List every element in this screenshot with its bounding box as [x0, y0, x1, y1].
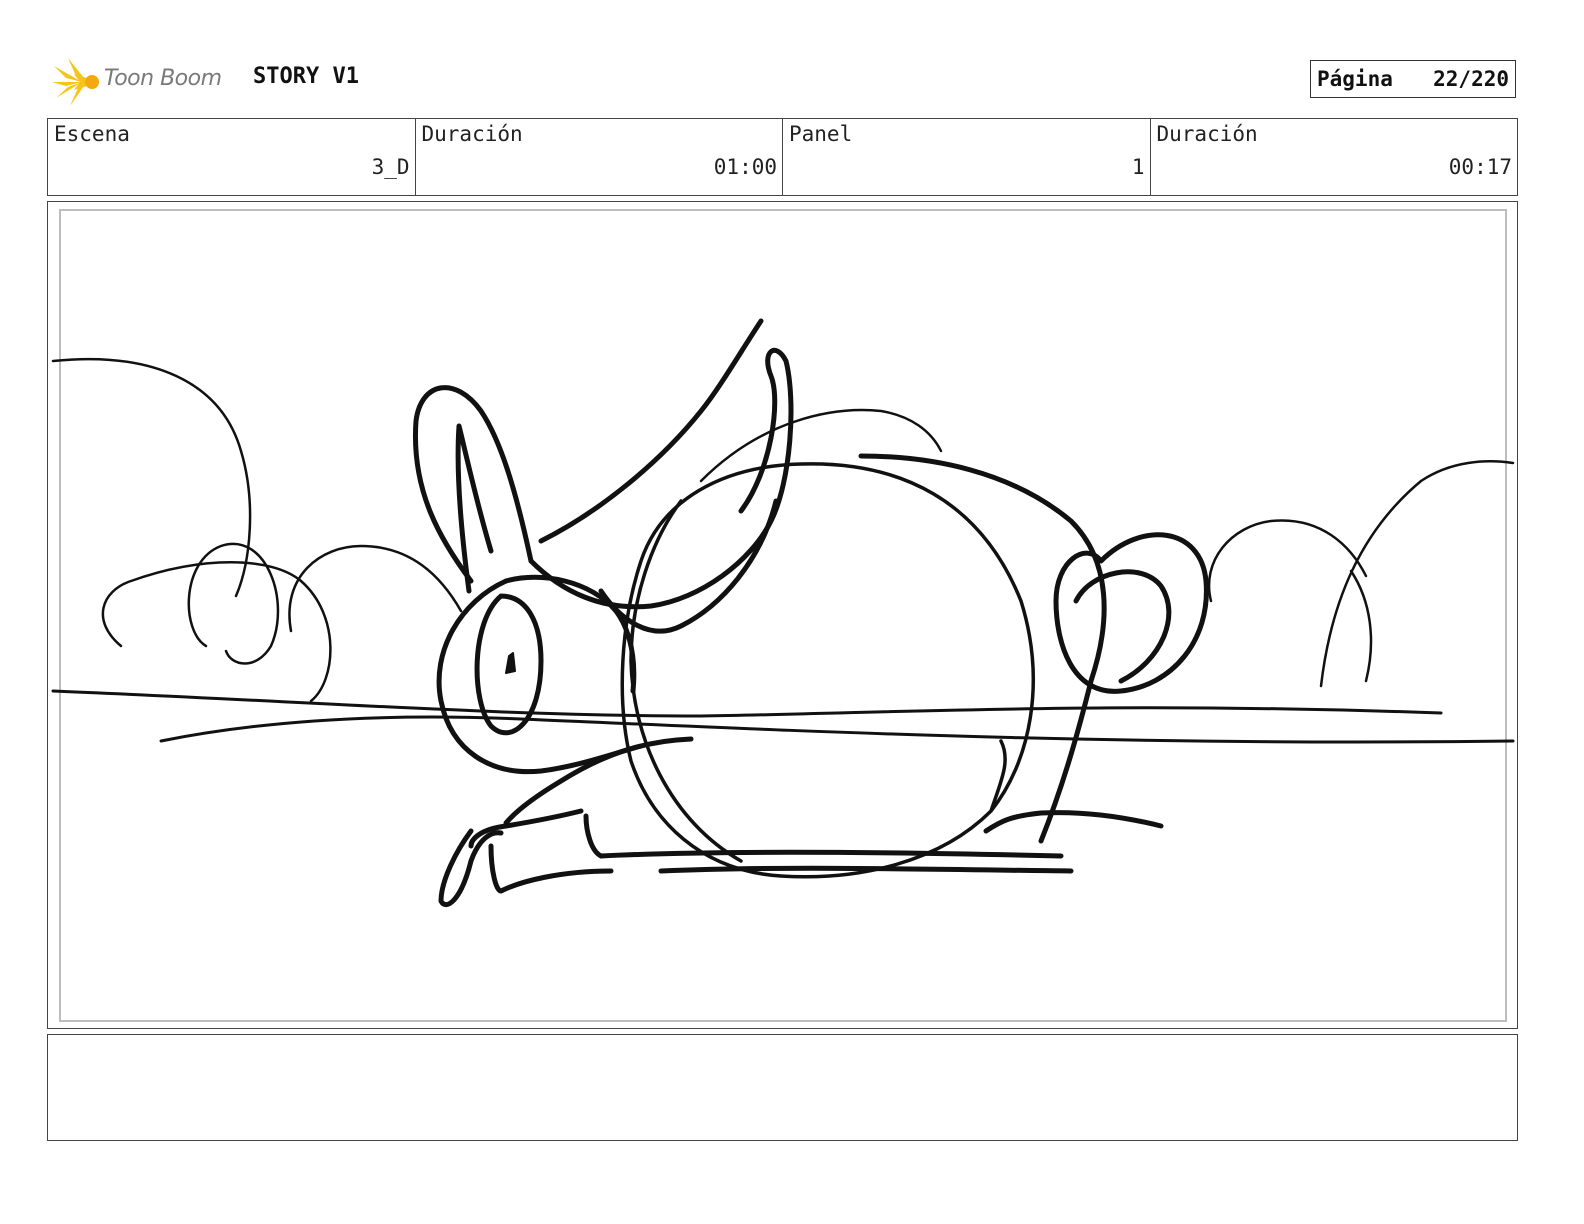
- panel-duration-value: 00:17: [1448, 155, 1512, 179]
- panel-label: Panel: [789, 122, 853, 146]
- panel-value: 1: [1131, 155, 1145, 179]
- page-indicator: Página 22/220: [1310, 60, 1516, 98]
- scene-info-row: Escena 3_D Duración 01:00 Panel 1 Duraci…: [47, 118, 1518, 196]
- document-title: STORY V1: [253, 64, 359, 89]
- logo-text: Toon Boom: [104, 66, 222, 91]
- scene-duration-label: Duración: [421, 122, 523, 146]
- panel-duration-cell: Duración 00:17: [1151, 119, 1518, 195]
- scene-duration-cell: Duración 01:00: [416, 119, 783, 195]
- panel-cell: Panel 1: [783, 119, 1151, 195]
- storyboard-panel: [47, 201, 1518, 1029]
- scene-cell: Escena 3_D: [48, 119, 416, 195]
- scene-value: 3_D: [371, 155, 410, 179]
- rabbit-sketch-icon: [51, 318, 1515, 908]
- notes-box: [47, 1034, 1518, 1141]
- page-label: Página: [1317, 67, 1393, 91]
- toon-boom-logo: Toon Boom: [52, 56, 242, 108]
- logo-burst-icon: [52, 58, 100, 106]
- scene-duration-value: 01:00: [713, 155, 777, 179]
- scene-label: Escena: [54, 122, 130, 146]
- page-value: 22/220: [1433, 67, 1509, 91]
- panel-duration-label: Duración: [1156, 122, 1258, 146]
